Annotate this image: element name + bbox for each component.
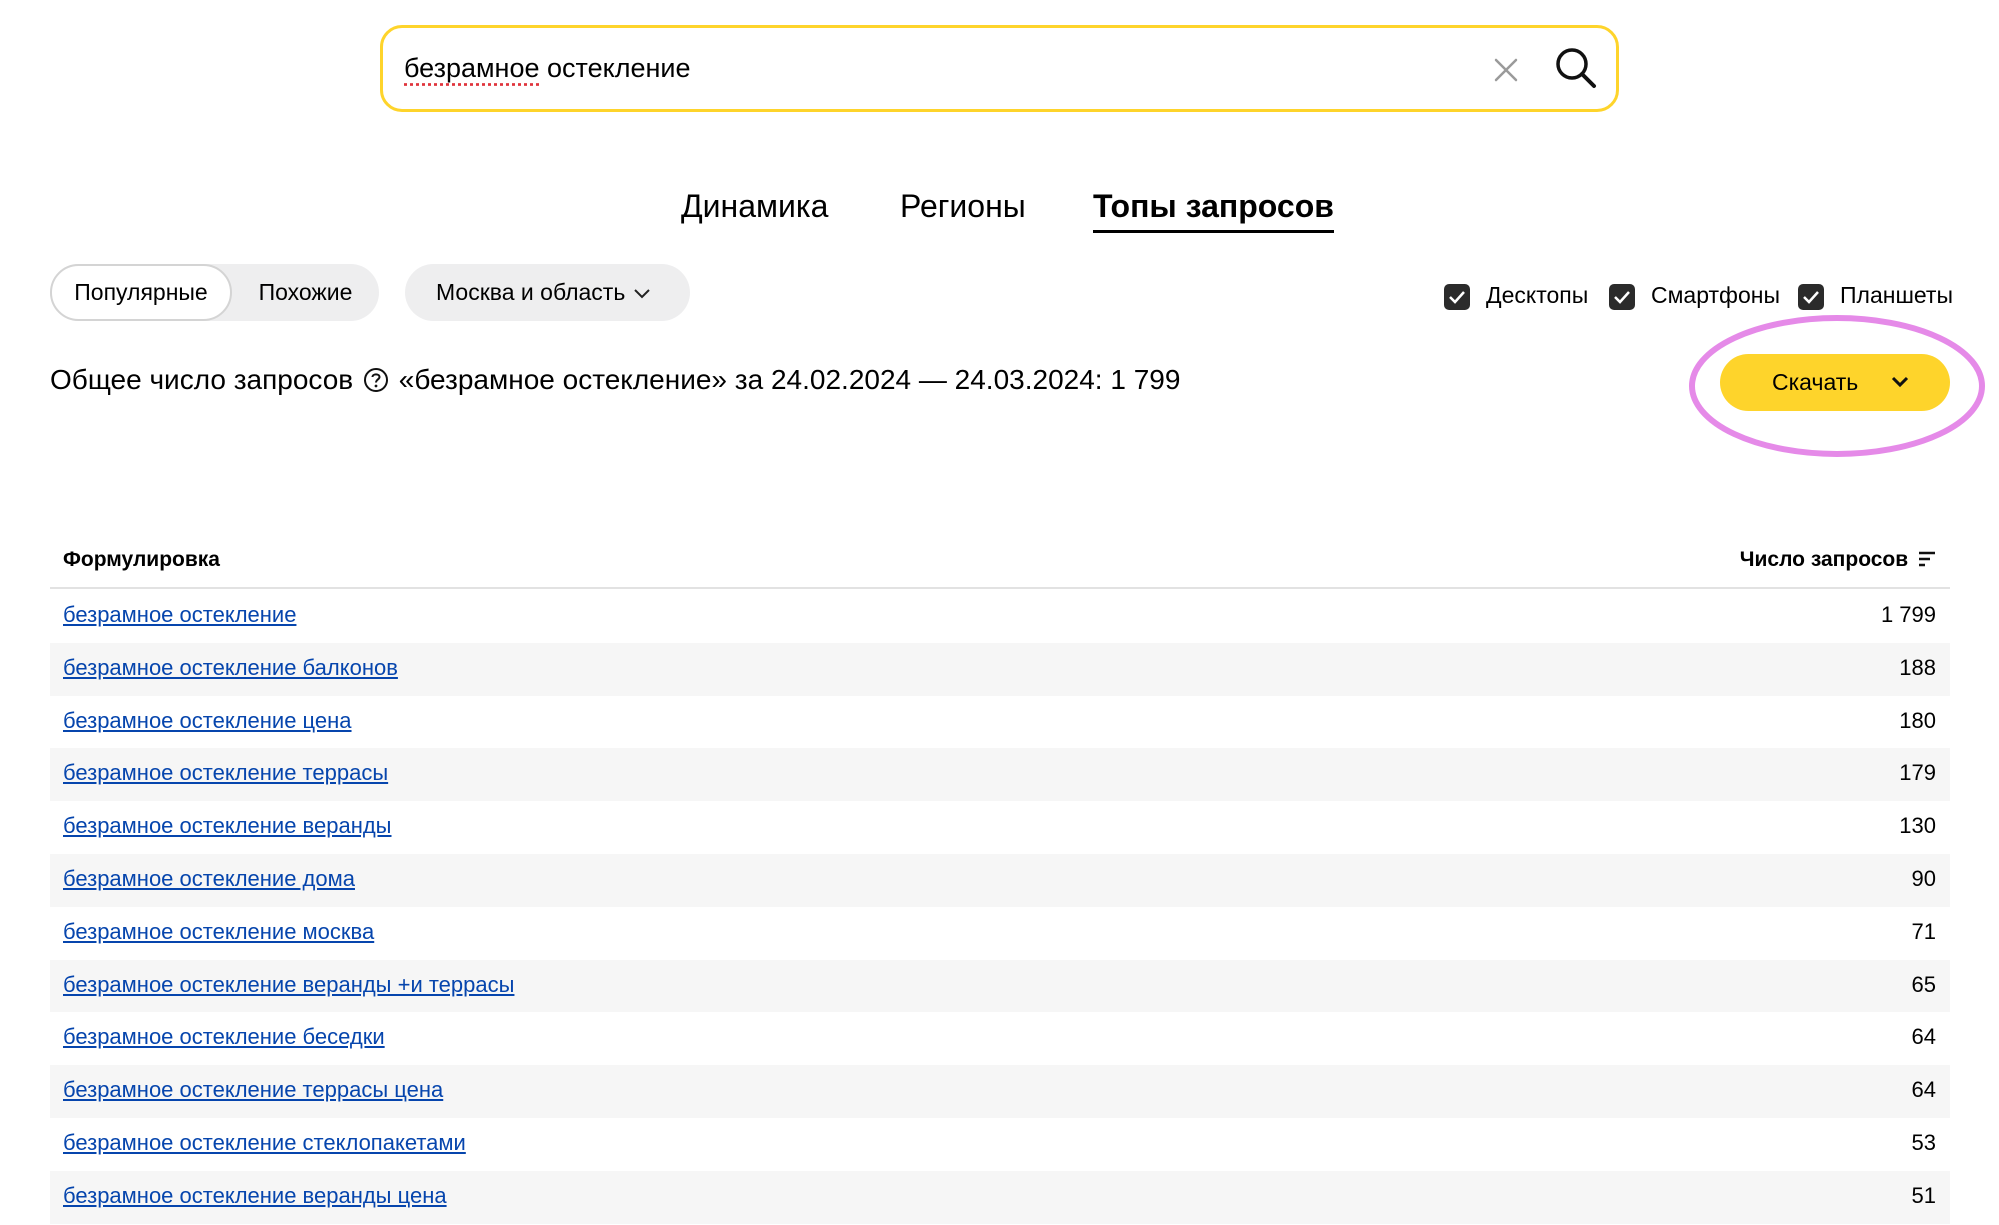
query-count: 188	[1899, 654, 1936, 680]
segment-similar[interactable]: Похожие	[232, 264, 379, 321]
table-row: безрамное остекление москва 71	[50, 907, 1950, 960]
query-link[interactable]: безрамное остекление стеклопакетами	[63, 1130, 466, 1156]
tab-bar: Динамика Регионы Топы запросов	[0, 182, 1999, 238]
table-row: безрамное остекление цена 180	[50, 696, 1950, 749]
query-count: 51	[1911, 1182, 1936, 1208]
query-count: 64	[1911, 1077, 1936, 1103]
checkbox-checked-icon	[1609, 283, 1635, 310]
tab-regions[interactable]: Регионы	[900, 182, 1026, 230]
checkbox-checked-icon	[1798, 283, 1824, 310]
region-select[interactable]: Москва и область	[405, 264, 690, 321]
search-icon[interactable]	[1554, 46, 1598, 90]
total-queries-summary: Общее число запросов «безрамное остеклен…	[50, 360, 1180, 400]
query-link[interactable]: безрамное остекление террасы	[63, 760, 388, 786]
segment-control: Популярные Похожие	[50, 264, 379, 321]
table-header: Формулировка Число запросов	[50, 540, 1950, 589]
search-input[interactable]: безрамное остекление	[404, 48, 691, 88]
sort-icon[interactable]	[1918, 551, 1936, 567]
table-row: безрамное остекление 1 799	[50, 590, 1950, 643]
query-count: 53	[1911, 1129, 1936, 1155]
column-header-count-label: Число запросов	[1739, 548, 1909, 571]
query-count: 1 799	[1880, 602, 1936, 627]
table-row: безрамное остекление веранды цена 51	[50, 1170, 1950, 1224]
checkbox-smartphones-label: Смартфоны	[1651, 282, 1780, 308]
checkbox-desktops[interactable]: Десктопы	[1444, 281, 1589, 310]
query-link[interactable]: безрамное остекление москва	[63, 919, 374, 945]
table-row: безрамное остекление веранды 130	[50, 801, 1950, 854]
checkbox-tablets-label: Планшеты	[1840, 282, 1953, 308]
download-button[interactable]: Скачать	[1720, 354, 1950, 411]
query-link[interactable]: безрамное остекление веранды цена	[63, 1183, 447, 1209]
close-icon[interactable]	[1490, 54, 1522, 86]
table-row: безрамное остекление стеклопакетами 53	[50, 1118, 1950, 1171]
query-link[interactable]: безрамное остекление	[63, 602, 296, 628]
query-link[interactable]: безрамное остекление дома	[63, 866, 355, 892]
table-row: безрамное остекление веранды +и террасы 6…	[50, 959, 1950, 1013]
query-count: 90	[1911, 865, 1936, 891]
table-row: безрамное остекление дома 90	[50, 853, 1950, 907]
table-row: безрамное остекление беседки 64	[50, 1012, 1950, 1065]
query-count: 180	[1899, 707, 1936, 733]
column-header-phrase: Формулировка	[63, 548, 220, 571]
query-link[interactable]: безрамное остекление цена	[63, 708, 352, 734]
query-link[interactable]: безрамное остекление веранды +и террасы	[63, 972, 514, 998]
query-link[interactable]: безрамное остекление балконов	[63, 655, 398, 681]
tab-top-queries[interactable]: Топы запросов	[1093, 182, 1334, 233]
query-count: 71	[1911, 918, 1936, 944]
checkbox-smartphones[interactable]: Смартфоны	[1609, 281, 1780, 310]
table-row: безрамное остекление террасы 179	[50, 748, 1950, 802]
search-box[interactable]: безрамное остекление	[380, 25, 1619, 112]
segment-popular[interactable]: Популярные	[50, 264, 232, 321]
table-row: безрамное остекление балконов 188	[50, 642, 1950, 696]
checkbox-checked-icon	[1444, 283, 1470, 310]
query-count: 64	[1911, 1024, 1936, 1050]
chevron-down-icon	[1891, 376, 1909, 388]
download-label: Скачать	[1772, 369, 1859, 395]
checkbox-tablets[interactable]: Планшеты	[1798, 281, 1953, 310]
chevron-down-icon	[634, 289, 650, 299]
query-link[interactable]: безрамное остекление беседки	[63, 1024, 385, 1050]
query-count: 65	[1911, 971, 1936, 997]
help-icon[interactable]	[363, 367, 389, 393]
search-query-misspelled-word: безрамное	[404, 53, 540, 83]
region-label: Москва и область	[436, 279, 626, 305]
query-link[interactable]: безрамное остекление террасы цена	[63, 1077, 443, 1103]
tab-dynamics[interactable]: Динамика	[681, 182, 828, 230]
summary-suffix: «безрамное остекление» за 24.02.2024 — 2…	[398, 364, 1181, 395]
query-link[interactable]: безрамное остекление веранды	[63, 813, 392, 839]
table-body: безрамное остекление 1 799 безрамное осте…	[50, 590, 1950, 1224]
column-header-count[interactable]: Число запросов	[1740, 548, 1936, 572]
query-count: 130	[1899, 813, 1936, 839]
summary-prefix: Общее число запросов	[50, 364, 354, 395]
search-query-rest: остекление	[539, 53, 691, 83]
checkbox-desktops-label: Десктопы	[1486, 282, 1589, 308]
query-count: 179	[1899, 760, 1936, 786]
table-row: безрамное остекление террасы цена 64	[50, 1065, 1950, 1118]
